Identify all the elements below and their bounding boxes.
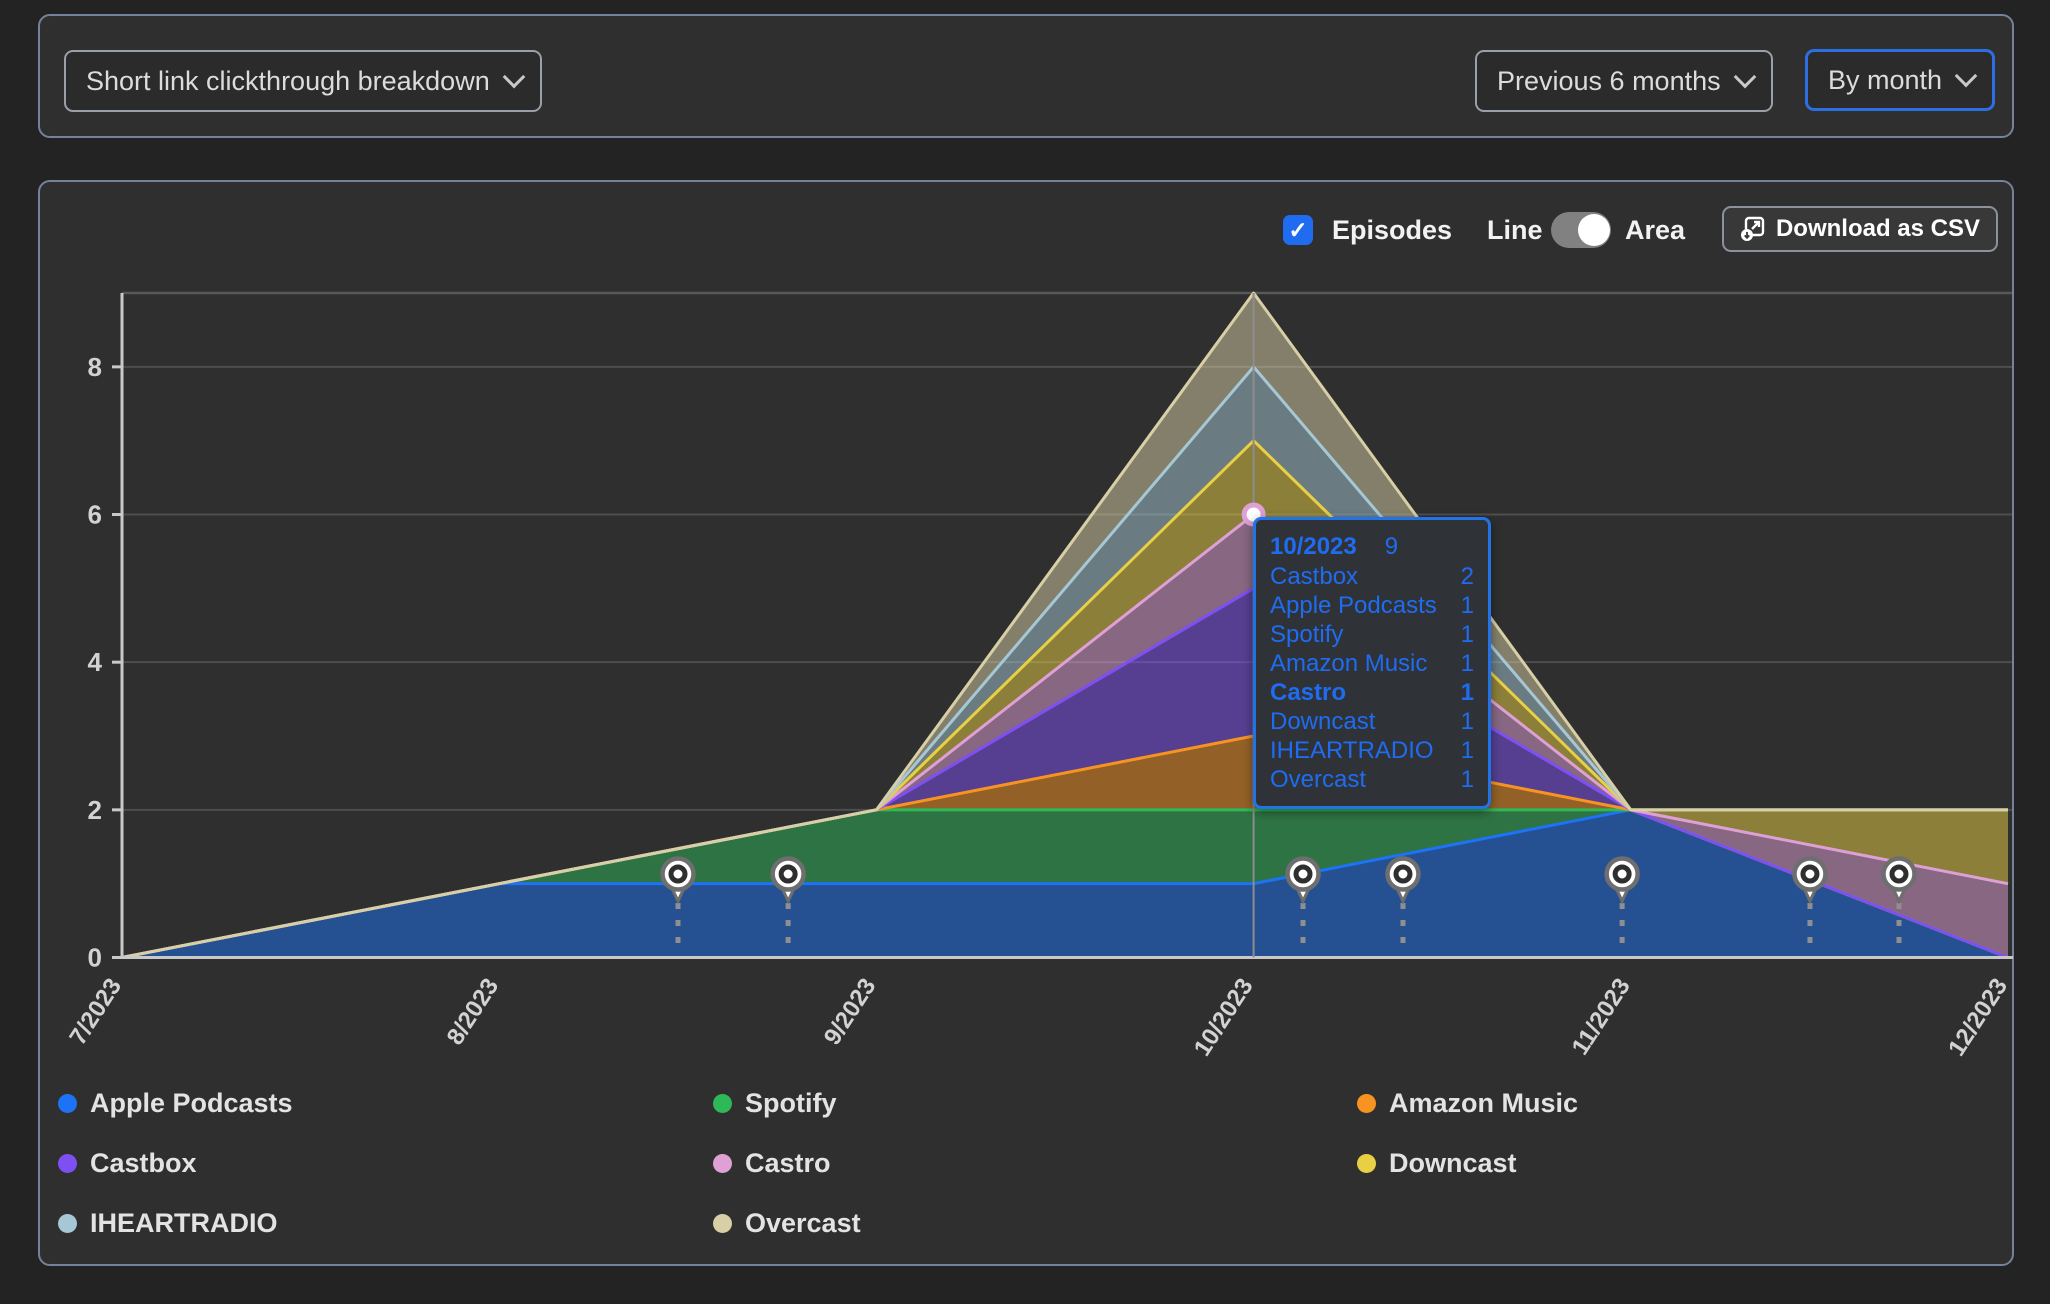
episode-marker-dot — [1293, 864, 1313, 884]
legend-item-downcast[interactable]: Downcast — [1357, 1142, 1968, 1185]
tooltip-series-value: 1 — [1460, 708, 1474, 735]
tooltip-series-value: 1 — [1460, 679, 1474, 706]
tooltip-total: 9 — [1384, 533, 1399, 560]
y-tick-label-8: 8 — [88, 352, 102, 382]
tooltip-series-name: Apple Podcasts — [1270, 592, 1437, 619]
x-tick-label-10-2023: 10/2023 — [1189, 974, 1259, 1061]
x-tick-label-8-2023: 8/2023 — [442, 974, 505, 1050]
tooltip-series-value: 1 — [1460, 592, 1474, 619]
legend-item-castbox[interactable]: Castbox — [58, 1142, 713, 1185]
tooltip-series-name: Castro — [1270, 679, 1347, 706]
legend-label: Apple Podcasts — [90, 1088, 293, 1118]
legend-item-castro[interactable]: Castro — [713, 1142, 1357, 1185]
tooltip-series-value: 1 — [1460, 621, 1474, 648]
tooltip-series-name: Downcast — [1270, 708, 1376, 735]
tooltip-series-value: 1 — [1460, 737, 1474, 764]
legend-item-spotify[interactable]: Spotify — [713, 1082, 1357, 1125]
legend-label: Castro — [745, 1148, 831, 1178]
tooltip-row-downcast: Downcast 1 — [1270, 707, 1474, 736]
legend-label: IHEARTRADIO — [90, 1208, 278, 1238]
y-tick-label-4: 4 — [88, 647, 103, 677]
legend-item-apple-podcasts[interactable]: Apple Podcasts — [58, 1082, 713, 1125]
tooltip-row-spotify: Spotify 1 — [1270, 620, 1474, 649]
legend-dot-icon — [713, 1154, 732, 1173]
episode-marker-dot — [668, 864, 688, 884]
legend-label: Amazon Music — [1389, 1088, 1579, 1118]
legend-item-iheartradio[interactable]: IHEARTRADIO — [58, 1202, 713, 1245]
tooltip-series-value: 1 — [1460, 766, 1474, 793]
tooltip-series-name: Amazon Music — [1270, 650, 1428, 677]
tooltip-series-name: Spotify — [1270, 621, 1344, 648]
tooltip-series-value: 2 — [1460, 563, 1474, 590]
tooltip-row-amazon-music: Amazon Music 1 — [1270, 649, 1474, 678]
x-tick-label-12-2023: 12/2023 — [1943, 974, 2013, 1061]
legend-label: Spotify — [745, 1088, 837, 1118]
tooltip-row-iheartradio: IHEARTRADIO 1 — [1270, 736, 1474, 765]
episode-marker-dot — [1889, 864, 1909, 884]
tooltip-row-castbox: Castbox 2 — [1270, 562, 1474, 591]
legend-dot-icon — [58, 1214, 77, 1233]
tooltip-row-castro: Castro 1 — [1270, 678, 1474, 707]
legend-item-amazon-music[interactable]: Amazon Music — [1357, 1082, 1968, 1125]
y-tick-label-2: 2 — [88, 795, 102, 825]
legend-dot-icon — [58, 1154, 77, 1173]
tooltip-header: 10/2023 9 — [1270, 532, 1474, 562]
legend-dot-icon — [58, 1094, 77, 1113]
legend-label: Castbox — [90, 1148, 197, 1178]
legend-label: Downcast — [1389, 1148, 1517, 1178]
chart-tooltip: 10/2023 9 Castbox 2 Apple Podcasts 1 Spotify… — [1253, 517, 1491, 809]
episode-marker-dot — [778, 864, 798, 884]
tooltip-rows: Castbox 2 Apple Podcasts 1 Spotify 1 Amazon Mu… — [1270, 562, 1474, 794]
legend-dot-icon — [1357, 1094, 1376, 1113]
tooltip-row-overcast: Overcast 1 — [1270, 765, 1474, 794]
x-tick-label-7-2023: 7/2023 — [64, 974, 127, 1050]
legend-dot-icon — [1357, 1154, 1376, 1173]
episode-marker-dot — [1393, 864, 1413, 884]
episode-marker-dot — [1800, 864, 1820, 884]
legend-label: Overcast — [745, 1208, 861, 1238]
tooltip-series-value: 1 — [1460, 650, 1474, 677]
chart-legend: Apple Podcasts Spotify Amazon Music Castbox… — [58, 1082, 1968, 1245]
tooltip-series-name: Castbox — [1270, 563, 1359, 590]
tooltip-date: 10/2023 — [1270, 533, 1357, 560]
y-tick-label-0: 0 — [88, 943, 102, 973]
tooltip-series-name: IHEARTRADIO — [1270, 737, 1434, 764]
legend-dot-icon — [713, 1094, 732, 1113]
legend-item-overcast[interactable]: Overcast — [713, 1202, 1357, 1245]
x-tick-label-9-2023: 9/2023 — [819, 974, 882, 1050]
legend-dot-icon — [713, 1214, 732, 1233]
y-tick-label-6: 6 — [88, 500, 102, 530]
tooltip-row-apple-podcasts: Apple Podcasts 1 — [1270, 591, 1474, 620]
x-tick-label-11-2023: 11/2023 — [1567, 974, 1636, 1060]
tooltip-series-name: Overcast — [1270, 766, 1367, 793]
episode-marker-dot — [1612, 864, 1632, 884]
